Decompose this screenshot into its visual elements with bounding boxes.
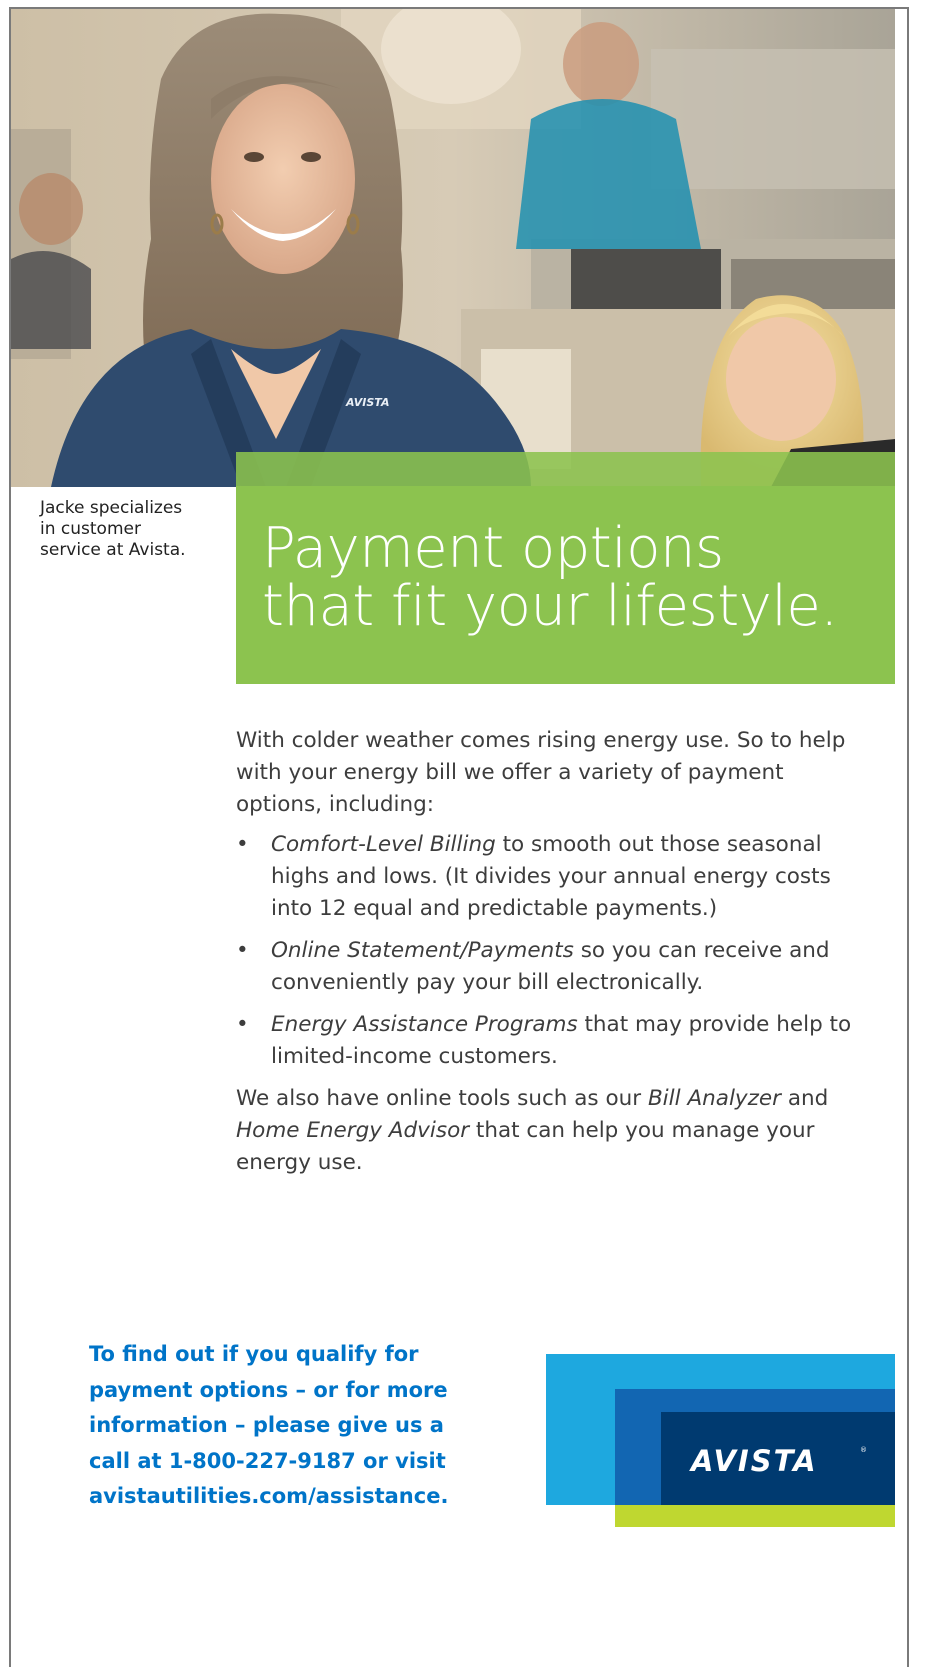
cta-line-3: information – please give us a — [89, 1413, 444, 1437]
bullet: • — [236, 1012, 249, 1037]
headline-line-2: that fit your lifestyle. — [262, 574, 838, 639]
tool-bill-analyzer: Bill Analyzer — [647, 1086, 782, 1111]
cta-line-2: payment options – or for more — [89, 1377, 448, 1402]
payment-options-list: • Comfort-Level Billing to smooth out th… — [236, 829, 871, 1073]
headline-line-1: Payment options — [262, 516, 724, 581]
logo-lime-bar — [615, 1505, 895, 1527]
customer-service-photo: AVISTA — [11, 9, 895, 487]
headline-strip — [236, 452, 895, 486]
photo-caption: Jacke specializes in customer service at… — [40, 498, 186, 560]
call-to-action: To find out if you qualify for payment o… — [89, 1337, 489, 1515]
cta-line-4: call at 1-800-227-9187 or visit — [89, 1448, 446, 1473]
tool-home-energy-advisor: Home Energy Advisor — [236, 1118, 470, 1143]
body-copy: With colder weather comes rising energy … — [236, 725, 871, 1179]
headline: Payment options that fit your lifestyle. — [262, 520, 838, 636]
option-title: Energy Assistance Programs — [271, 1012, 578, 1037]
list-item: • Comfort-Level Billing to smooth out th… — [236, 829, 871, 925]
tools-text-middle: and — [781, 1086, 829, 1111]
avista-logo-block: AVISTA ® — [546, 1354, 896, 1527]
option-title: Comfort-Level Billing — [271, 832, 496, 857]
shirt-logo: AVISTA — [345, 396, 389, 409]
avista-logo: AVISTA — [691, 1444, 818, 1478]
bullet: • — [236, 832, 249, 857]
photo-illustration: AVISTA — [11, 9, 895, 487]
intro-paragraph: With colder weather comes rising energy … — [236, 728, 846, 817]
tools-text-before: We also have online tools such as our — [236, 1086, 648, 1111]
list-item: • Energy Assistance Programs that may pr… — [236, 1009, 871, 1073]
list-item: • Online Statement/Payments so you can r… — [236, 935, 871, 999]
option-title: Online Statement/Payments — [271, 938, 574, 963]
tools-paragraph: We also have online tools such as our Bi… — [236, 1083, 871, 1179]
cta-line-5: avistautilities.com/assistance. — [89, 1484, 449, 1508]
cta-line-1: To find out if you qualify for — [89, 1342, 419, 1366]
registered-mark: ® — [860, 1446, 867, 1454]
bullet: • — [236, 938, 249, 963]
